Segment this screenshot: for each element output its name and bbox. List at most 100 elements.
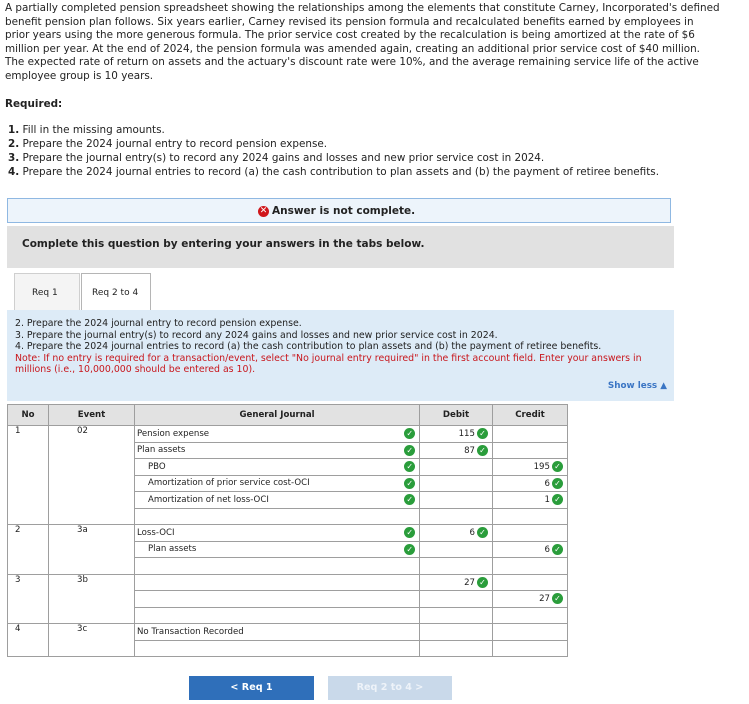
event-select[interactable]: 3a: [48, 524, 135, 575]
credit-field[interactable]: 1 ✓: [492, 491, 568, 509]
debit-value: 27: [464, 577, 475, 588]
account-field[interactable]: Amortization of net loss-OCI: [134, 491, 399, 509]
header-credit: Credit: [492, 404, 568, 426]
account-status: [398, 507, 420, 525]
requirement-item: 1. Fill in the missing amounts.: [8, 124, 165, 136]
credit-field[interactable]: [492, 606, 568, 624]
credit-value: 6: [544, 544, 550, 555]
correct-check-icon: ✓: [404, 543, 416, 555]
credit-value: 6: [544, 478, 550, 489]
correct-check-icon: ✓: [552, 593, 563, 605]
requirement-item: 3. Prepare the journal entry(s) to recor…: [8, 152, 545, 164]
account-status: ✓: [398, 540, 420, 558]
credit-field[interactable]: [492, 507, 568, 525]
credit-field[interactable]: 195 ✓: [492, 458, 568, 476]
credit-field[interactable]: [492, 441, 568, 459]
account-field[interactable]: [134, 557, 399, 575]
account-field[interactable]: Pension expense: [134, 425, 399, 443]
debit-field[interactable]: [419, 491, 493, 509]
show-less-link[interactable]: Show less ▲: [608, 381, 667, 393]
account-field[interactable]: Loss-OCI: [134, 524, 399, 542]
account-field[interactable]: PBO: [134, 458, 399, 476]
account-field[interactable]: [134, 639, 399, 657]
debit-field[interactable]: [419, 557, 493, 575]
debit-field[interactable]: 115 ✓: [419, 425, 493, 443]
credit-value: 195: [533, 462, 550, 473]
credit-value: 1: [544, 495, 550, 506]
entry-number: 4: [7, 623, 49, 657]
account-field[interactable]: [134, 507, 399, 525]
journal-row: 1 02 Pension expense ✓ 115 ✓: [7, 425, 568, 525]
complete-prompt: Complete this question by entering your …: [22, 238, 425, 250]
correct-check-icon: ✓: [404, 444, 416, 456]
error-x-icon: ✕: [258, 205, 269, 217]
debit-field[interactable]: [419, 639, 493, 657]
correct-check-icon: ✓: [404, 477, 416, 489]
debit-field[interactable]: 87 ✓: [419, 441, 493, 459]
header-debit: Debit: [419, 404, 493, 426]
event-select[interactable]: 3c: [48, 623, 135, 657]
debit-field[interactable]: [419, 590, 493, 608]
instruction-line: 3. Prepare the journal entry(s) to recor…: [15, 329, 498, 341]
credit-field[interactable]: [492, 639, 568, 657]
credit-value: 27: [539, 594, 550, 605]
instruction-line: 4. Prepare the 2024 journal entries to r…: [15, 341, 602, 353]
tab-req-2-to-4[interactable]: Req 2 to 4: [81, 273, 151, 310]
correct-check-icon: ✓: [404, 494, 416, 506]
event-select[interactable]: 02: [48, 425, 135, 525]
instructions-panel: 2. Prepare the 2024 journal entry to rec…: [7, 310, 674, 401]
header-general-journal: General Journal: [134, 404, 420, 426]
prev-req-button[interactable]: < Req 1: [189, 676, 314, 700]
debit-field[interactable]: [419, 623, 493, 641]
account-status: [398, 590, 420, 608]
account-status: [398, 639, 420, 657]
credit-field[interactable]: 6 ✓: [492, 540, 568, 558]
debit-field[interactable]: [419, 458, 493, 476]
credit-field[interactable]: [492, 623, 568, 641]
account-field[interactable]: [134, 606, 399, 624]
account-field[interactable]: Plan assets: [134, 441, 399, 459]
correct-check-icon: ✓: [404, 461, 416, 473]
next-req-button[interactable]: Req 2 to 4 >: [328, 676, 452, 700]
correct-check-icon: ✓: [477, 444, 488, 456]
tab-req-1[interactable]: Req 1: [14, 273, 80, 310]
credit-field[interactable]: [492, 425, 568, 443]
credit-field[interactable]: [492, 557, 568, 575]
debit-value: 87: [464, 445, 475, 456]
entry-number: 3: [7, 573, 49, 624]
requirement-item: 2. Prepare the 2024 journal entry to rec…: [8, 138, 328, 150]
general-journal-table: No Event General Journal Debit Credit 10…: [7, 404, 568, 657]
debit-field[interactable]: 6 ✓: [419, 524, 493, 542]
account-status: ✓: [398, 441, 420, 459]
credit-field[interactable]: [492, 524, 568, 542]
instruction-note: Note: If no entry is required for a tran…: [15, 352, 642, 376]
account-field[interactable]: [134, 590, 399, 608]
credit-field[interactable]: [492, 573, 568, 591]
account-field[interactable]: Amortization of prior service cost-OCI: [134, 474, 399, 492]
account-status: ✓: [398, 491, 420, 509]
account-status: ✓: [398, 425, 420, 443]
event-select[interactable]: 3b: [48, 573, 135, 624]
debit-field[interactable]: [419, 474, 493, 492]
credit-field[interactable]: 27 ✓: [492, 590, 568, 608]
debit-field[interactable]: [419, 540, 493, 558]
instruction-line: 2. Prepare the 2024 journal entry to rec…: [15, 318, 302, 329]
debit-field[interactable]: [419, 606, 493, 624]
account-field[interactable]: Plan assets: [134, 540, 399, 558]
credit-field[interactable]: 6 ✓: [492, 474, 568, 492]
correct-check-icon: ✓: [552, 477, 563, 489]
account-status: ✓: [398, 524, 420, 542]
requirement-item: 4. Prepare the 2024 journal entries to r…: [8, 166, 660, 178]
correct-check-icon: ✓: [404, 428, 416, 440]
required-label: Required:: [5, 98, 63, 110]
debit-field[interactable]: 27 ✓: [419, 573, 493, 591]
correct-check-icon: ✓: [477, 576, 488, 588]
answer-status-text: Answer is not complete.: [272, 205, 416, 217]
correct-check-icon: ✓: [552, 543, 563, 555]
account-field[interactable]: [134, 573, 399, 591]
debit-field[interactable]: [419, 507, 493, 525]
tabs-header: Complete this question by entering your …: [7, 226, 674, 268]
account-field[interactable]: No Transaction Recorded: [134, 623, 399, 641]
correct-check-icon: ✓: [477, 428, 488, 440]
debit-value: 6: [469, 528, 475, 539]
